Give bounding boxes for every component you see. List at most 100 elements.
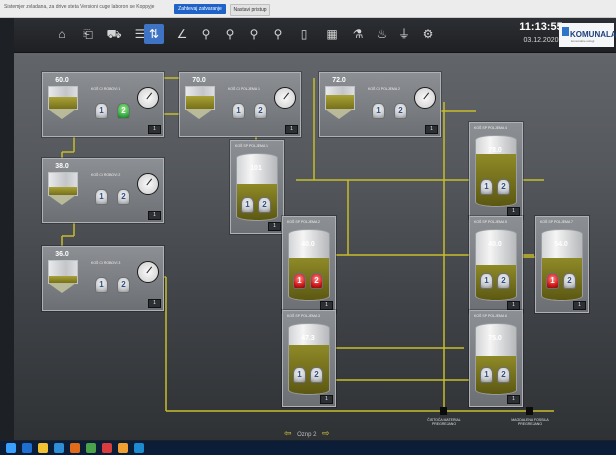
pump-2[interactable]: 2: [310, 273, 323, 289]
app-icon[interactable]: [70, 443, 80, 453]
pump-1[interactable]: 1: [546, 273, 559, 289]
silo-level: 75.0: [488, 335, 502, 342]
silo-shell: [541, 229, 583, 301]
pump-1[interactable]: 1: [95, 277, 108, 293]
pump-2[interactable]: 2: [117, 103, 130, 119]
bin-hopper: [185, 109, 213, 119]
status-badge[interactable]: 1: [285, 125, 298, 134]
flow-icon[interactable]: ⇅: [144, 24, 164, 44]
status-badge[interactable]: 1: [320, 301, 333, 310]
silo-shell: [288, 323, 330, 395]
pump-1[interactable]: 1: [372, 103, 385, 119]
document-icon[interactable]: ▯: [294, 24, 314, 44]
grid-icon[interactable]: ▦: [322, 24, 342, 44]
pump-1[interactable]: 1: [95, 103, 108, 119]
alarm-icon[interactable]: ♨: [372, 24, 392, 44]
bin-panel-1[interactable]: 60.0 KOŠ CI ROBOVI 1 1 2 1: [42, 72, 164, 137]
bin-fill: [49, 96, 77, 109]
status-badge[interactable]: 1: [425, 125, 438, 134]
bin-panel-5[interactable]: 36.0 KOŠ CI ROBOVI 3 1 2 1: [42, 246, 164, 311]
pump-2[interactable]: 2: [117, 277, 130, 293]
primary-action-button[interactable]: Zahtevaj zatvaranje: [174, 4, 226, 14]
silo-panel-2[interactable]: KOŠ SP POLJEMA 2 40.0 1 2 1: [282, 216, 336, 313]
gauge-icon: [274, 87, 296, 109]
app-icon[interactable]: [86, 443, 96, 453]
pump-2[interactable]: 2: [563, 273, 576, 289]
output-valve-left[interactable]: [440, 407, 447, 415]
lab-icon[interactable]: ⚗: [348, 24, 368, 44]
browser-icon[interactable]: [22, 443, 32, 453]
zoom-icon[interactable]: ⚲: [220, 24, 240, 44]
gauge-icon: [137, 87, 159, 109]
home-icon[interactable]: ⌂: [52, 24, 72, 44]
company-logo: KOMUNALA komunalne uslugi: [559, 23, 616, 47]
zoom-icon[interactable]: ⚲: [268, 24, 288, 44]
pump-1[interactable]: 1: [480, 179, 493, 195]
bin-title: KOŠ CI ROBOVI 2: [91, 173, 121, 177]
status-badge[interactable]: 1: [573, 301, 586, 310]
pump-1[interactable]: 1: [232, 103, 245, 119]
pump-2[interactable]: 2: [497, 367, 510, 383]
status-badge[interactable]: 1: [268, 222, 281, 231]
output-label-left: ČISTOĆA MATERIAL PREGREJANO: [427, 418, 461, 426]
app-icon[interactable]: [102, 443, 112, 453]
pump-1[interactable]: 1: [293, 367, 306, 383]
pump-2[interactable]: 2: [117, 189, 130, 205]
pump-2[interactable]: 2: [258, 197, 271, 213]
pump-2[interactable]: 2: [497, 273, 510, 289]
output-valve-right[interactable]: [526, 407, 533, 415]
windows-start-icon[interactable]: [6, 443, 16, 453]
zoom-icon[interactable]: ⚲: [244, 24, 264, 44]
bin-level: 60.0: [55, 77, 69, 84]
exit-icon[interactable]: ⎗: [78, 24, 98, 44]
silo-shell: [475, 229, 517, 301]
bin-panel-3[interactable]: 72.0 KOŠ CI POLJEMA 2 1 2 1: [319, 72, 441, 137]
pump-1[interactable]: 1: [95, 189, 108, 205]
line-chart-icon[interactable]: ∠: [172, 24, 192, 44]
app-icon[interactable]: [134, 443, 144, 453]
silo-title: KOŠ SP POLJEMA 1: [235, 144, 269, 148]
bin-fill: [49, 187, 77, 195]
bin-panel-4[interactable]: 38.0 KOŠ CI ROBOVI 2 1 2 1: [42, 158, 164, 223]
status-badge[interactable]: 1: [507, 395, 520, 404]
folder-icon[interactable]: [38, 443, 48, 453]
bin-panel-2[interactable]: 70.0 KOŠ CI POLJEMA 1 1 2 1: [179, 72, 301, 137]
silo-panel-1[interactable]: KOŠ SP POLJEMA 1 101 1 2 1: [230, 140, 284, 234]
silo-panel-5[interactable]: KOŠ SP POLJEMA 5 40.0 1 2 1: [469, 216, 523, 313]
silo-panel-4[interactable]: KOŠ SP POLJEMA 4 78.0 1 2 1: [469, 122, 523, 219]
status-badge[interactable]: 1: [148, 299, 161, 308]
silo-title: KOŠ SP POLJEMA 5: [474, 220, 508, 224]
app-icon[interactable]: [118, 443, 128, 453]
silo-shell: [288, 229, 330, 301]
silo-title: KOŠ SP POLJEMA 4: [474, 126, 508, 130]
pump-1[interactable]: 1: [241, 197, 254, 213]
pump-2[interactable]: 2: [254, 103, 267, 119]
status-badge[interactable]: 1: [507, 207, 520, 216]
pump-2[interactable]: 2: [497, 179, 510, 195]
silo-panel-6[interactable]: KOŠ SP POLJEMA 6 75.0 1 2 1: [469, 310, 523, 407]
silo-panel-3[interactable]: KOŠ SP POLJEMA 3 47.3 1 2 1: [282, 310, 336, 407]
secondary-action-button[interactable]: Nastavi pristup: [230, 4, 270, 16]
zoom-icon[interactable]: ⚲: [196, 24, 216, 44]
plug-icon[interactable]: ⏚: [394, 24, 414, 44]
status-badge[interactable]: 1: [507, 301, 520, 310]
bin-title: KOŠ CI POLJEMA 2: [368, 87, 400, 91]
truck-icon[interactable]: ⛟: [104, 24, 124, 44]
silo-panel-7[interactable]: KOŠ SP POLJEMA 7 54.0 1 2 1: [535, 216, 589, 313]
pump-1[interactable]: 1: [480, 367, 493, 383]
pump-1[interactable]: 1: [480, 273, 493, 289]
pump-1[interactable]: 1: [293, 273, 306, 289]
next-page-arrow-icon[interactable]: ⇨: [322, 428, 330, 438]
settings-icon[interactable]: ⚙: [418, 24, 438, 44]
silo-title: KOŠ SP POLJEMA 7: [540, 220, 574, 224]
status-badge[interactable]: 1: [148, 211, 161, 220]
bin-hopper: [325, 109, 353, 119]
app-icon[interactable]: [54, 443, 64, 453]
pump-2[interactable]: 2: [310, 367, 323, 383]
status-badge[interactable]: 1: [320, 395, 333, 404]
status-badge[interactable]: 1: [148, 125, 161, 134]
bin-title: KOŠ CI ROBOVI 1: [91, 87, 121, 91]
prev-page-arrow-icon[interactable]: ⇦: [284, 428, 292, 438]
pump-2[interactable]: 2: [394, 103, 407, 119]
bin-title: KOŠ CI ROBOVI 3: [91, 261, 121, 265]
